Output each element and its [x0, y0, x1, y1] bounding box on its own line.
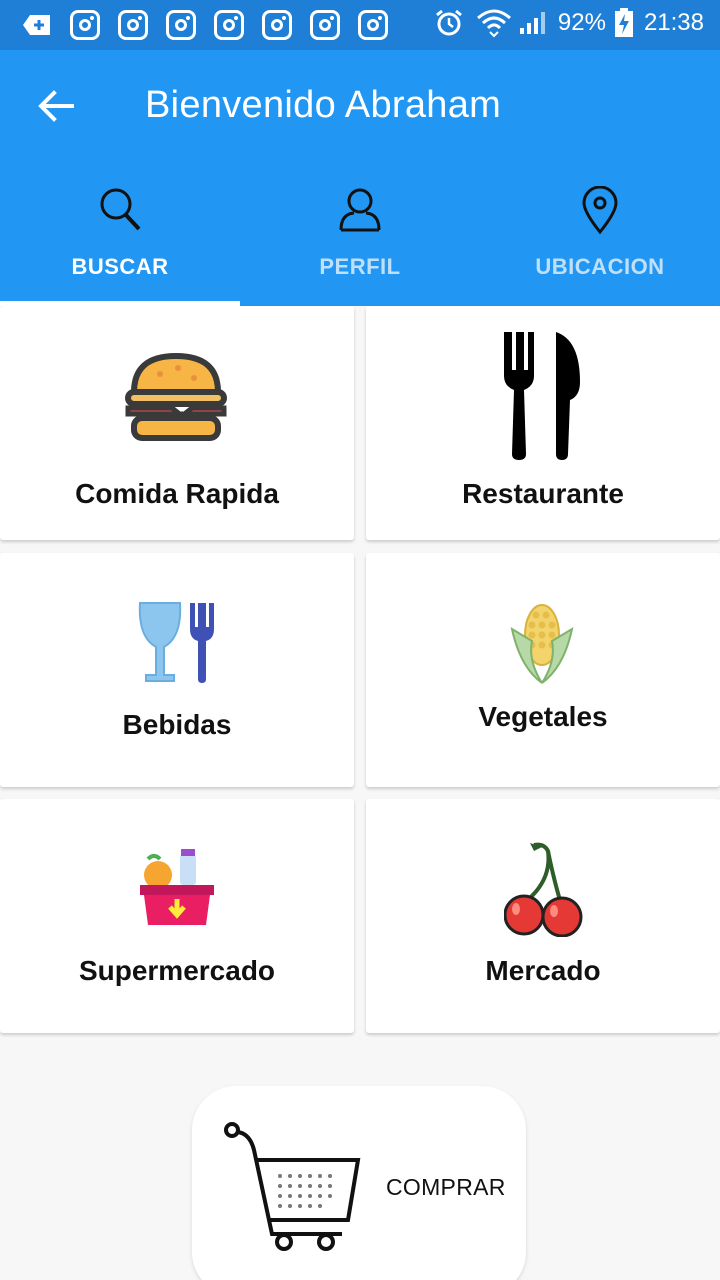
burger-icon — [125, 352, 227, 441]
category-label: Supermercado — [78, 955, 276, 986]
cherries-icon — [504, 842, 583, 937]
tab-ubicacion[interactable]: UBICACION — [480, 180, 720, 306]
glass-fork-icon — [138, 602, 214, 683]
shopping-cart-icon — [224, 1122, 361, 1251]
tab-label: PERFIL — [319, 254, 401, 279]
category-label: Comida Rapida — [75, 478, 279, 509]
instagram-icon — [70, 10, 100, 40]
clock: 21:38 — [643, 9, 704, 36]
category-card-vegetales[interactable]: Vegetales — [366, 553, 720, 787]
tab-label: BUSCAR — [71, 254, 169, 279]
tab-bar: BUSCAR PERFIL UBICACION — [0, 180, 720, 306]
notification-icons — [22, 10, 388, 40]
tab-perfil[interactable]: PERFIL — [240, 180, 480, 306]
category-card-restaurante[interactable]: Restaurante — [366, 306, 720, 540]
category-label: Vegetales — [478, 701, 608, 732]
person-icon — [339, 188, 381, 232]
instagram-icon — [118, 10, 148, 40]
comprar-label: COMPRAR — [386, 1174, 506, 1200]
category-card-bebidas[interactable]: Bebidas — [0, 553, 354, 787]
category-card-mercado[interactable]: Mercado — [366, 799, 720, 1033]
add-notification-icon — [23, 15, 50, 35]
battery-charging-icon — [614, 8, 633, 37]
comprar-button[interactable]: COMPRAR — [192, 1086, 526, 1280]
back-arrow-icon[interactable] — [36, 86, 76, 126]
location-pin-icon — [582, 186, 618, 234]
instagram-icon — [214, 10, 244, 40]
grocery-basket-icon — [140, 849, 214, 925]
fork-knife-icon — [504, 332, 580, 460]
tab-buscar[interactable]: BUSCAR — [0, 180, 240, 306]
category-label: Mercado — [485, 955, 601, 986]
app-bar: Bienvenido Abraham BUSCAR PERFIL UBICACI… — [0, 50, 720, 306]
corn-icon — [510, 604, 574, 684]
instagram-icon — [310, 10, 340, 40]
category-card-supermercado[interactable]: Supermercado — [0, 799, 354, 1033]
category-label: Restaurante — [462, 478, 624, 509]
category-label: Bebidas — [122, 709, 232, 740]
wifi-icon — [476, 9, 511, 38]
battery-percent: 92% — [557, 9, 606, 36]
page-title: Bienvenido Abraham — [145, 84, 502, 126]
category-card-comida-rapida[interactable]: Comida Rapida — [0, 306, 354, 540]
signal-icon — [519, 12, 545, 34]
search-icon — [100, 188, 141, 231]
alarm-icon — [435, 9, 462, 36]
instagram-icon — [358, 10, 388, 40]
status-bar: 92% 21:38 — [0, 0, 720, 50]
instagram-icon — [262, 10, 292, 40]
system-indicators: 92% 21:38 — [434, 8, 704, 38]
instagram-icon — [166, 10, 196, 40]
tab-label: UBICACION — [535, 254, 665, 279]
